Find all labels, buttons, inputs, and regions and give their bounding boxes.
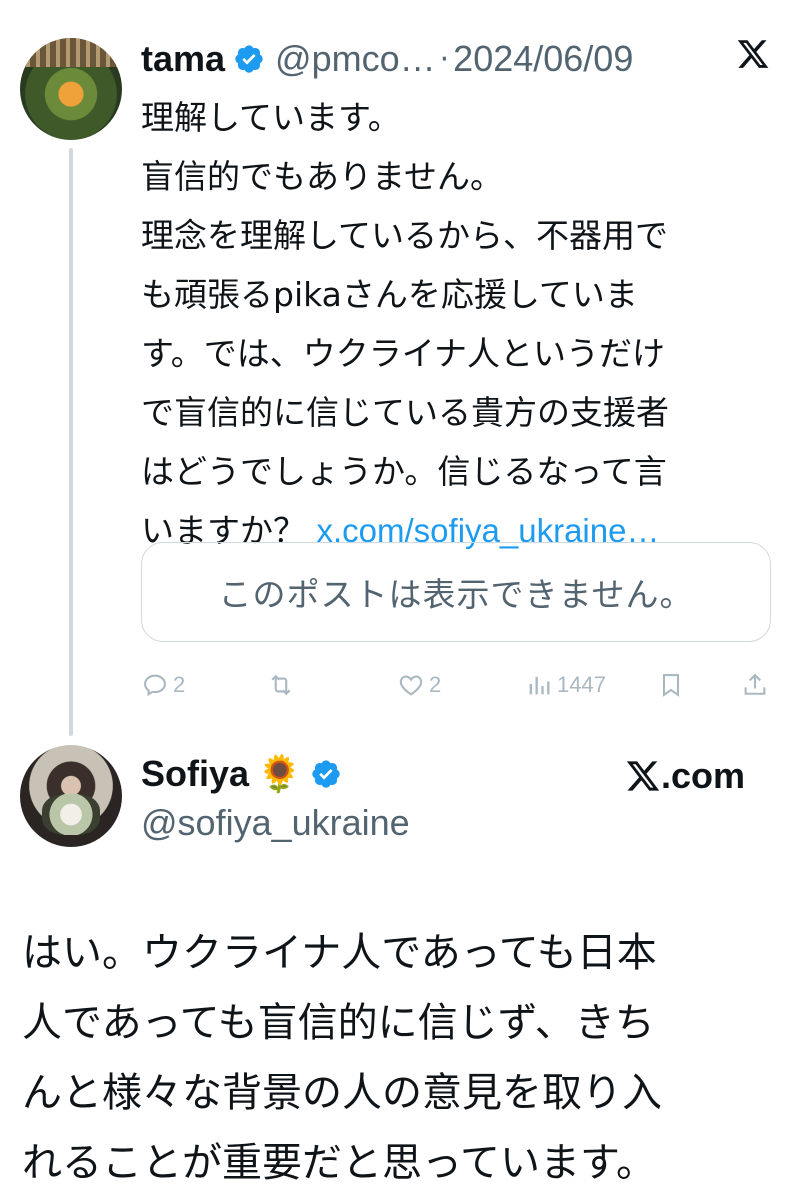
reply-icon	[144, 674, 166, 697]
x-com-label: .com	[625, 752, 745, 800]
tweet1-handle[interactable]: @pmco…	[275, 38, 436, 80]
x-com-text: .com	[661, 755, 746, 796]
x-logo-icon	[737, 40, 769, 68]
tweet1-text: 理解しています。 盲信的でもありません。 理念を理解しているから、不器用で も頑…	[141, 88, 781, 560]
tweet1-line: で盲信的に信じている貴方の支援者	[141, 393, 669, 432]
reply-count: 2	[173, 672, 186, 697]
header-separator: ·	[439, 41, 450, 77]
tweet2-handle[interactable]: @sofiya_ukraine	[141, 802, 410, 844]
tweet2-line: はい。ウクライナ人であっても日本	[22, 930, 657, 976]
unavailable-post-message: このポストは表示できません。	[218, 575, 694, 614]
tweet1-author-name[interactable]: tama	[141, 38, 225, 80]
reply-button[interactable]: 2	[141, 664, 185, 706]
sunflower-emoji: 🌻	[257, 754, 302, 795]
tweet1-line: も頑張るpikaさんを応援していま	[141, 275, 638, 314]
like-count: 2	[429, 672, 442, 697]
x-logo-icon	[626, 761, 660, 791]
unavailable-post-card: このポストは表示できません。	[141, 542, 771, 642]
tweet2-header: Sofiya 🌻	[141, 748, 342, 800]
tweet2-line: れることが重要だと思っています。	[22, 1140, 656, 1186]
retweet-icon	[271, 674, 291, 696]
bookmark-icon	[662, 674, 680, 697]
heart-icon	[399, 675, 423, 696]
tweet2-line: 人であっても盲信的に信じず、きち	[22, 1000, 655, 1046]
share-icon	[744, 673, 766, 695]
verified-badge-icon	[312, 760, 340, 788]
tweet1-date[interactable]: 2024/06/09	[453, 38, 633, 80]
views-count: 1447	[557, 672, 606, 697]
tweet1-header: tama @pmco… · 2024/06/09	[141, 34, 781, 84]
tama-avatar[interactable]	[20, 38, 122, 140]
tweet1-line: す。では、ウクライナ人というだけ	[141, 334, 666, 373]
tweet1-action-bar: 2 2 1447	[141, 664, 771, 706]
verified-badge-icon	[235, 45, 263, 73]
views-button[interactable]: 1447	[525, 664, 606, 706]
tweet1-line: はどうでしょうか。信じるなって言	[141, 452, 667, 491]
thread-connector-line	[69, 148, 73, 736]
tweet1-line: 理解しています。	[141, 98, 401, 137]
tweet1-line: 理念を理解しているから、不器用で	[141, 216, 669, 255]
tweet2-text: はい。ウクライナ人であっても日本 人であっても盲信的に信じず、きち んと様々な背…	[22, 918, 782, 1198]
tweet2-line: んと様々な背景の人の意見を取り入	[22, 1070, 662, 1116]
tweet1-line: 盲信的でもありません。	[141, 157, 504, 196]
retweet-button[interactable]	[267, 664, 299, 706]
sofiya-avatar[interactable]	[20, 745, 122, 847]
bookmark-button[interactable]	[657, 664, 685, 706]
like-button[interactable]: 2	[397, 664, 441, 706]
tweet2-author-name[interactable]: Sofiya	[141, 753, 249, 795]
views-icon	[529, 676, 550, 695]
share-button[interactable]	[741, 664, 769, 706]
